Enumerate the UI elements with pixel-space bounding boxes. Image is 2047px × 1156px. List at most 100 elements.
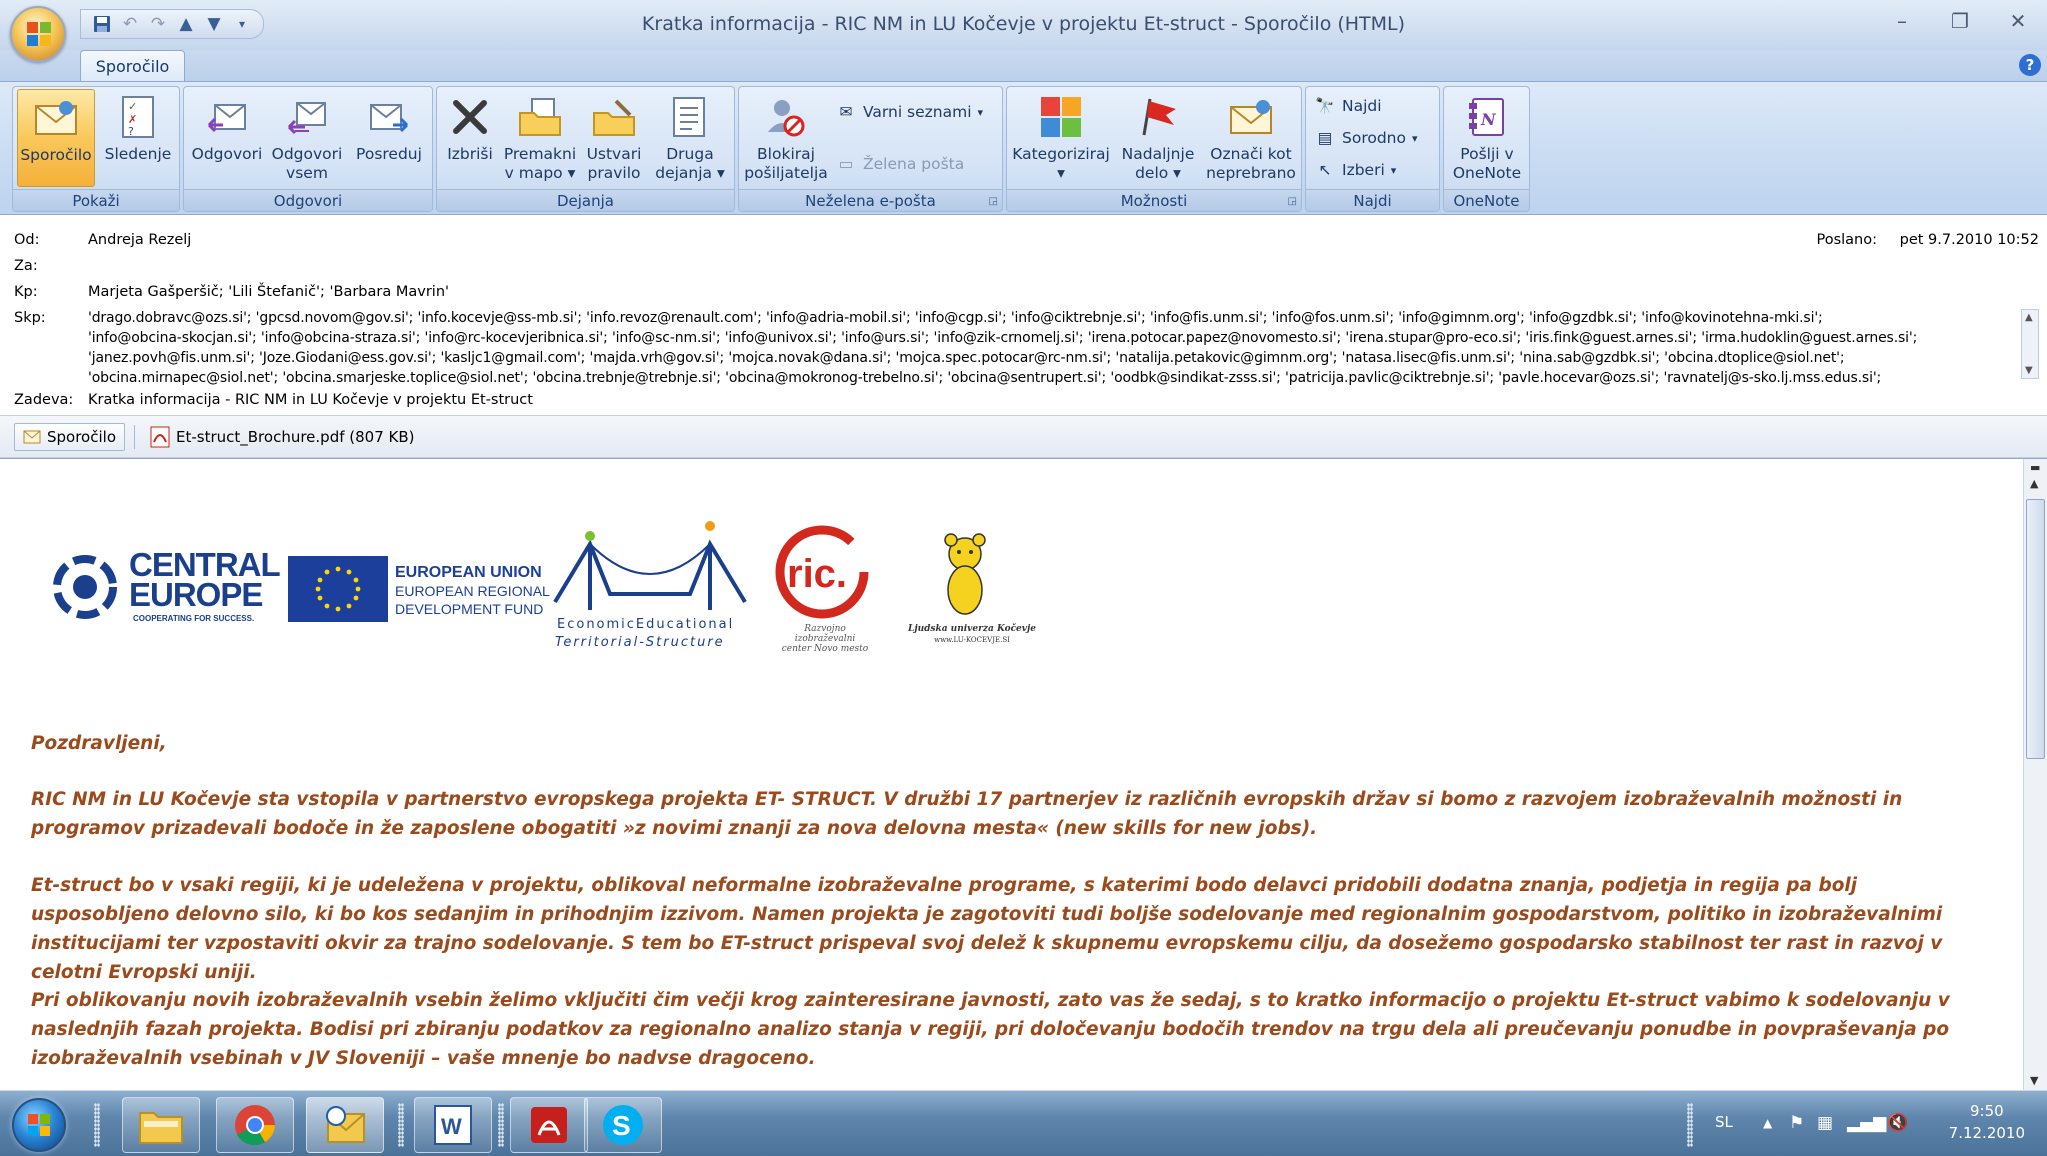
pdf-attachment[interactable]: Et-struct_Brochure.pdf (807 KB) bbox=[142, 423, 423, 451]
skype-icon: S bbox=[603, 1105, 643, 1145]
message-header: Od: Andreja Rezelj Za: Kp: Marjeta Gašpe… bbox=[0, 215, 2047, 416]
sent-date: Poslano: pet 9.7.2010 10:52 bbox=[1816, 232, 2039, 248]
reply-label: Odgovori bbox=[191, 145, 263, 163]
svg-text:✓: ✓ bbox=[128, 100, 137, 113]
related-button[interactable]: ▤ Sorodno ▾ bbox=[1314, 125, 1418, 151]
eu-line2: EUROPEAN REGIONAL bbox=[395, 583, 550, 599]
taskbar-outlook[interactable] bbox=[306, 1097, 384, 1153]
title-bar: ↶ ↷ ▲ ▼ ▾ Kratka informacija - RIC NM in… bbox=[0, 0, 2047, 62]
close-button[interactable]: ✕ bbox=[1989, 0, 2047, 42]
other-actions-button[interactable]: Druga dejanja ▾ bbox=[651, 89, 729, 187]
group-pokazi: Sporočilo ✓ ✗? Sledenje Pokaži bbox=[12, 86, 180, 212]
forward-button[interactable]: Posreduj bbox=[350, 89, 428, 187]
paragraph-1: RIC NM in LU Kočevje sta vstopila v part… bbox=[31, 789, 1903, 839]
green-mail-button[interactable]: ▭ Želena pošta bbox=[835, 151, 965, 177]
show-message-label: Sporočilo bbox=[20, 146, 92, 164]
group-label-dejanja: Dejanja bbox=[437, 189, 734, 211]
categorize-button[interactable]: Kategoriziraj ▾ bbox=[1011, 89, 1111, 187]
show-message-button[interactable]: Sporočilo bbox=[17, 89, 95, 187]
follow-up-button[interactable]: Nadaljnje delo ▾ bbox=[1115, 89, 1201, 187]
language-indicator[interactable]: SL bbox=[1715, 1113, 1733, 1131]
cc-value[interactable]: Marjeta Gašperšič; 'Lili Štefanič'; 'Bar… bbox=[88, 284, 449, 300]
subject-value: Kratka informacija - RIC NM in LU Kočevj… bbox=[88, 392, 533, 408]
other-actions-label: Druga dejanja ▾ bbox=[655, 145, 725, 182]
action-center-flag-icon[interactable]: ⚑ bbox=[1789, 1113, 1804, 1133]
message-tab-button[interactable]: Sporočilo bbox=[14, 423, 125, 451]
reply-button[interactable]: Odgovori bbox=[190, 89, 264, 187]
group-label-moznosti: Možnosti bbox=[1007, 189, 1301, 211]
tracking-button[interactable]: ✓ ✗? Sledenje bbox=[101, 89, 175, 187]
create-rule-button[interactable]: Ustvari pravilo bbox=[581, 89, 647, 187]
bcc-line[interactable]: 'obcina.mirnapec@siol.net'; 'obcina.smar… bbox=[88, 370, 1881, 386]
from-value[interactable]: Andreja Rezelj bbox=[88, 232, 191, 248]
envelope-icon bbox=[32, 94, 80, 142]
delete-button[interactable]: Izbriši bbox=[441, 89, 499, 187]
dialog-launcher-icon[interactable]: ◲ bbox=[1288, 196, 1297, 207]
block-sender-button[interactable]: Blokiraj pošiljatelja bbox=[743, 89, 829, 187]
select-button[interactable]: ↖ Izberi ▾ bbox=[1314, 157, 1397, 183]
scroll-thumb[interactable] bbox=[2026, 499, 2045, 759]
network-signal-icon[interactable]: ▂▄▆ bbox=[1847, 1113, 1886, 1133]
forward-label: Posreduj bbox=[356, 145, 422, 163]
taskbar-word[interactable]: W bbox=[414, 1097, 492, 1153]
ribbon: Sporočilo ✓✗? Sledenje Pokaži Odgovori bbox=[0, 81, 2047, 215]
taskbar-chrome[interactable] bbox=[216, 1097, 294, 1153]
reply-icon bbox=[203, 93, 251, 141]
group-label-najdi: Najdi bbox=[1306, 189, 1439, 211]
safe-lists-button[interactable]: ✉ Varni seznami ▾ bbox=[835, 99, 984, 125]
taskbar-explorer[interactable] bbox=[122, 1097, 200, 1153]
dialog-launcher-icon[interactable]: ◲ bbox=[989, 196, 998, 207]
taskbar-skype[interactable]: S bbox=[584, 1097, 662, 1153]
group-label-odgovori: Odgovori bbox=[184, 189, 432, 211]
delete-label: Izbriši bbox=[447, 145, 493, 163]
mark-unread-button[interactable]: Označi kot neprebrano bbox=[1203, 89, 1299, 187]
bcc-line[interactable]: 'drago.dobravc@ozs.si'; 'gpcsd.novom@gov… bbox=[88, 310, 1823, 326]
scroll-up-icon[interactable]: ▲ bbox=[2030, 477, 2038, 490]
taskbar-grip bbox=[498, 1103, 504, 1147]
outlook-message-window: ↶ ↷ ▲ ▼ ▾ Kratka informacija - RIC NM in… bbox=[0, 0, 2047, 1156]
other-actions-icon bbox=[666, 93, 714, 141]
ees-line1: EconomicEducational bbox=[557, 617, 735, 632]
start-button[interactable] bbox=[12, 1098, 66, 1152]
mark-unread-label: Označi kot neprebrano bbox=[1206, 145, 1296, 182]
office-button[interactable] bbox=[10, 6, 66, 62]
move-to-folder-button[interactable]: Premakni v mapo ▾ bbox=[503, 89, 577, 187]
group-label-onenote: OneNote bbox=[1444, 189, 1529, 211]
clock[interactable]: 9:50 7.12.2010 bbox=[1949, 1100, 2025, 1144]
minimize-button[interactable]: – bbox=[1873, 0, 1931, 42]
restore-button[interactable]: ❐ bbox=[1931, 0, 1989, 42]
help-icon[interactable]: ? bbox=[2019, 54, 2041, 76]
sent-value: pet 9.7.2010 10:52 bbox=[1899, 232, 2039, 248]
device-icon[interactable]: ▦ bbox=[1817, 1113, 1833, 1133]
show-hidden-icons[interactable]: ▲ bbox=[1763, 1116, 1772, 1130]
categorize-icon bbox=[1037, 93, 1085, 141]
europe-text: EUROPE bbox=[129, 576, 263, 613]
ric-sub1: Razvojno izobraževalni bbox=[794, 624, 856, 644]
bcc-scrollbar[interactable]: ▲ ▼ bbox=[2021, 309, 2039, 379]
bcc-line[interactable]: 'info@obcina-skocjan.si'; 'info@obcina-s… bbox=[88, 330, 1917, 346]
scroll-up-icon[interactable]: ▬ bbox=[2030, 461, 2040, 474]
taskbar-acrobat[interactable] bbox=[510, 1097, 588, 1153]
scroll-down-icon[interactable]: ▼ bbox=[2030, 1074, 2038, 1087]
message-body: CENTRAL EUROPE COOPERATING FOR SUCCESS. … bbox=[0, 458, 2047, 1090]
folder-icon bbox=[139, 1112, 183, 1144]
safe-lists-label: Varni seznami bbox=[863, 103, 972, 121]
taskbar: W S SL ▲ ⚑ ▦ ▂▄▆ 🔇 9:50 7.12.2010 bbox=[0, 1090, 2047, 1156]
scroll-up-icon[interactable]: ▲ bbox=[2025, 312, 2033, 323]
body-scrollbar[interactable]: ▬ ▲ ▼ bbox=[2023, 459, 2047, 1090]
greeting: Pozdravljeni, bbox=[31, 733, 167, 754]
central-europe-wordmark: CENTRAL EUROPE bbox=[129, 548, 281, 613]
scroll-down-icon[interactable]: ▼ bbox=[2025, 365, 2033, 376]
bcc-line[interactable]: 'janez.povh@fis.unm.si'; 'Joze.Giodani@e… bbox=[88, 350, 1845, 366]
svg-text:W: W bbox=[441, 1114, 462, 1139]
ribbon-tabs: Sporočilo ? bbox=[0, 50, 2047, 81]
tab-sporocilo[interactable]: Sporočilo bbox=[80, 50, 185, 81]
svg-text:N: N bbox=[1480, 110, 1497, 129]
volume-muted-icon[interactable]: 🔇 bbox=[1887, 1113, 1908, 1133]
block-sender-label: Blokiraj pošiljatelja bbox=[744, 145, 828, 182]
sent-label: Poslano: bbox=[1816, 232, 1877, 248]
lu-name: Ljudska univerza Kočevje bbox=[907, 624, 1036, 634]
send-to-onenote-button[interactable]: N Pošlji v OneNote bbox=[1448, 89, 1526, 187]
find-button[interactable]: 🔭 Najdi bbox=[1314, 93, 1381, 119]
reply-all-button[interactable]: Odgovori vsem bbox=[268, 89, 346, 187]
